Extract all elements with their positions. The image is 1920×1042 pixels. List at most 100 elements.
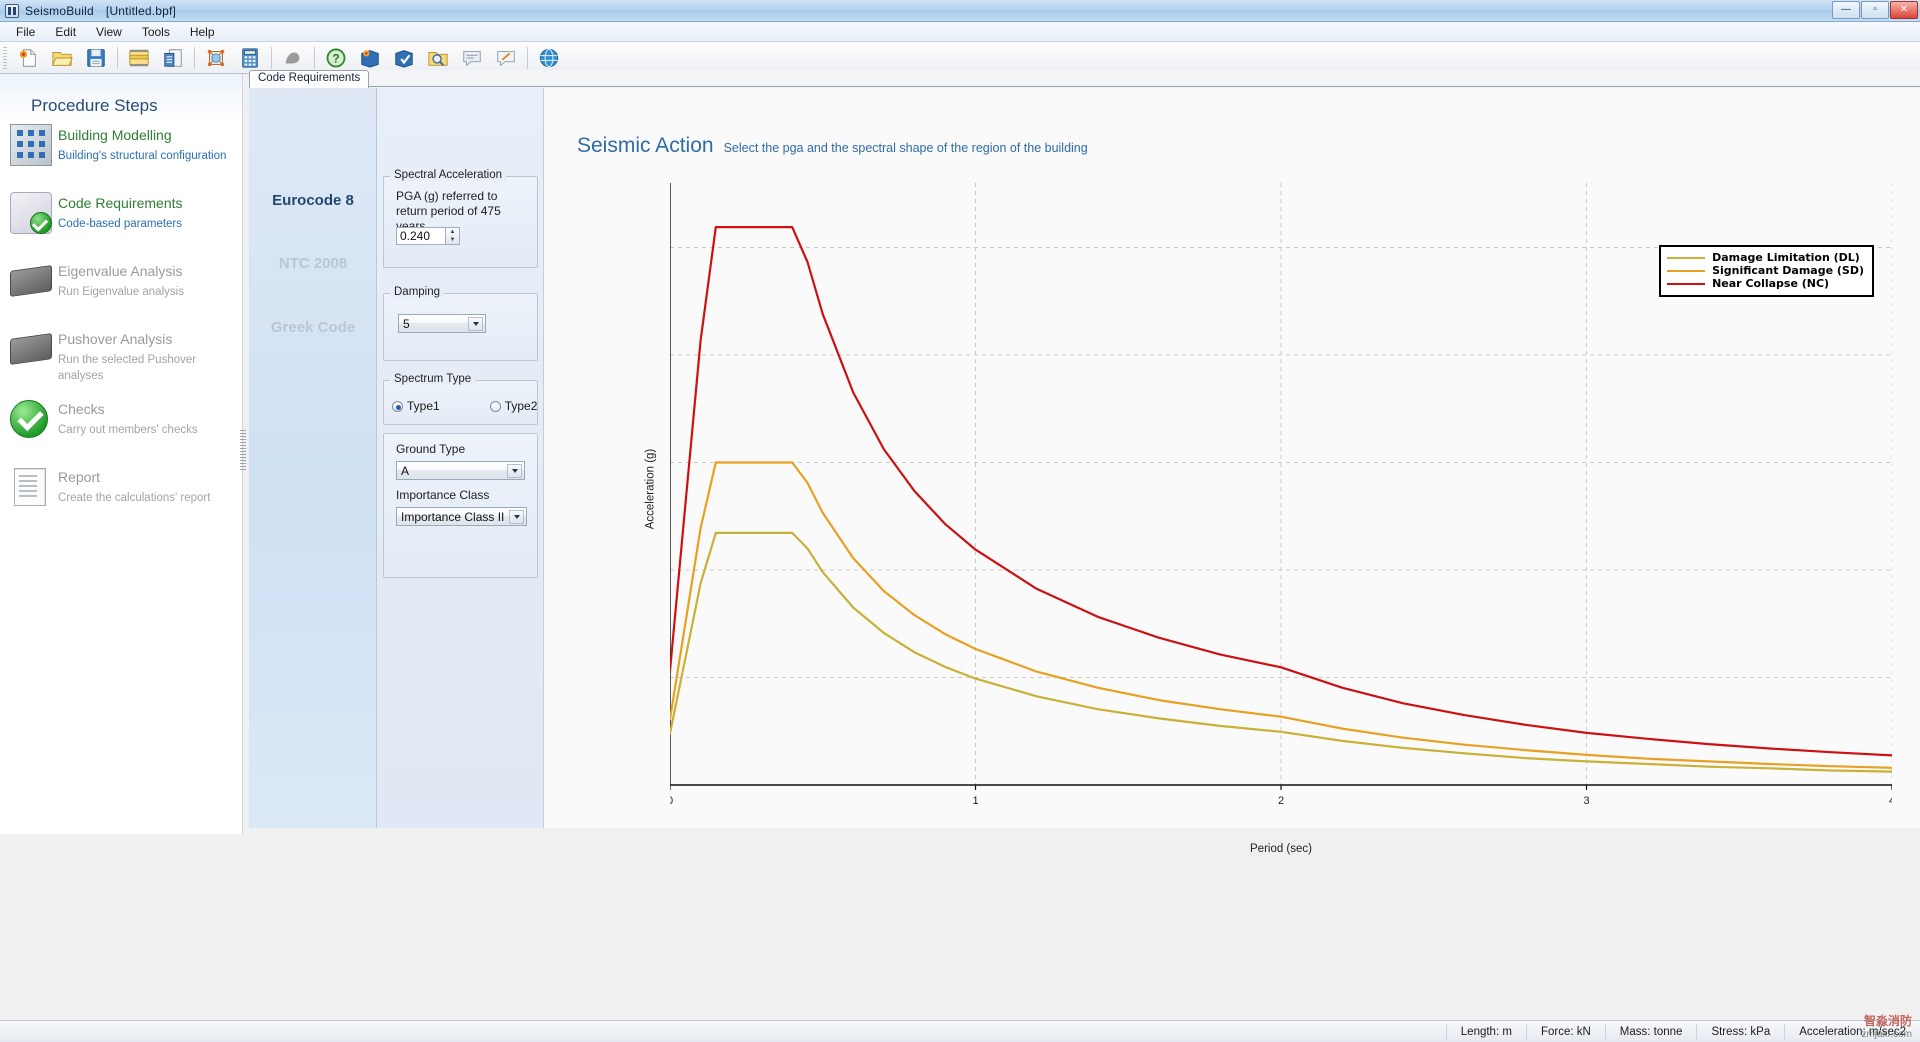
save-disk-icon xyxy=(84,47,108,69)
damping-group: Damping 5 xyxy=(383,293,538,361)
chart-x-axis-label: Period (sec) xyxy=(1250,843,1312,855)
spectrum-chart-panel: Seismic Action Select the pga and the sp… xyxy=(544,88,1920,828)
watermark: 智淼消防 zmjaxf.com xyxy=(1861,1012,1912,1040)
ground-importance-group: Ground Type A Importance Class Importanc… xyxy=(383,433,538,578)
svg-text:1: 1 xyxy=(972,795,978,807)
calculator-button[interactable] xyxy=(233,43,267,73)
spectrum-type-1-label: Type1 xyxy=(407,399,440,413)
toolbar-separator xyxy=(527,47,528,69)
status-bar: Length: m Force: kN Mass: tonne Stress: … xyxy=(0,1020,1920,1042)
sidebar-item-sublabel: Run Eigenvalue analysis xyxy=(58,284,184,300)
legend-swatch-nc xyxy=(1667,283,1705,285)
pga-spinner[interactable]: ▲ ▼ xyxy=(446,227,460,245)
user-manual-icon xyxy=(358,47,382,69)
sidebar-item-sublabel: Building's structural configuration xyxy=(58,148,226,164)
minimize-button[interactable]: — xyxy=(1832,1,1860,19)
seismic-action-form: Spectral Acceleration PGA (g) referred t… xyxy=(377,88,544,828)
slab-play-icon xyxy=(10,333,52,365)
legend-label-dl: Damage Limitation (DL) xyxy=(1712,251,1860,264)
svg-text:4: 4 xyxy=(1889,795,1892,807)
spectrum-type-2-label: Type2 xyxy=(505,399,538,413)
spectrum-type-1-option[interactable]: Type1 xyxy=(392,399,440,413)
building-model-icon xyxy=(204,47,228,69)
importance-class-value: Importance Class II xyxy=(401,510,504,524)
chevron-down-icon[interactable] xyxy=(507,464,522,478)
code-selector-panel: Eurocode 8 NTC 2008 Greek Code xyxy=(249,88,377,828)
calculator-icon xyxy=(238,47,262,69)
pga-input[interactable] xyxy=(396,227,446,245)
damping-select[interactable]: 5 xyxy=(398,314,486,333)
sidebar-item-eigenvalue-analysis[interactable]: Eigenvalue Analysis Run Eigenvalue analy… xyxy=(10,260,240,300)
eraser-button[interactable] xyxy=(276,43,310,73)
page-setup-icon xyxy=(127,47,151,69)
chevron-down-icon[interactable] xyxy=(468,317,483,331)
close-button[interactable]: ✕ xyxy=(1890,1,1918,19)
importance-class-select[interactable]: Importance Class II xyxy=(396,507,527,526)
sidebar-item-pushover-analysis[interactable]: Pushover Analysis Run the selected Pusho… xyxy=(10,328,240,384)
sidebar-item-code-requirements[interactable]: Code Requirements Code-based parameters xyxy=(10,192,240,234)
comment-button[interactable] xyxy=(455,43,489,73)
page-setup-button[interactable] xyxy=(122,43,156,73)
status-mass: Mass: tonne xyxy=(1605,1024,1697,1040)
menu-help[interactable]: Help xyxy=(180,23,225,41)
comment-icon xyxy=(460,47,484,69)
sidebar-item-sublabel: Code-based parameters xyxy=(58,216,183,232)
legend-item-dl: Damage Limitation (DL) xyxy=(1667,251,1864,264)
toolbar-grip[interactable] xyxy=(3,47,7,69)
sidebar-item-label: Report xyxy=(58,468,210,486)
toolbar-separator xyxy=(117,47,118,69)
svg-text:0: 0 xyxy=(670,795,673,807)
chevron-down-icon[interactable] xyxy=(509,510,524,524)
sidebar-item-checks[interactable]: Checks Carry out members' checks xyxy=(10,398,240,440)
page-title: Seismic Action xyxy=(577,134,714,158)
toolbar-separator xyxy=(194,47,195,69)
new-project-button[interactable] xyxy=(11,43,45,73)
legend-label-nc: Near Collapse (NC) xyxy=(1712,277,1829,290)
damping-value: 5 xyxy=(403,317,410,331)
svg-text:3: 3 xyxy=(1583,795,1589,807)
page-header: Seismic Action Select the pga and the sp… xyxy=(577,134,1088,158)
ground-type-select[interactable]: A xyxy=(396,461,525,480)
status-length: Length: m xyxy=(1446,1024,1526,1040)
pga-spin-down[interactable]: ▼ xyxy=(446,236,459,244)
chart-legend: Damage Limitation (DL) Significant Damag… xyxy=(1659,245,1874,297)
browse-examples-button[interactable] xyxy=(421,43,455,73)
open-project-button[interactable] xyxy=(45,43,79,73)
pga-spin-up[interactable]: ▲ xyxy=(446,228,459,236)
watermark-cn: 智淼消防 xyxy=(1861,1012,1912,1029)
response-spectrum-chart: 00.20.40.60.8101234 Acceleration (g) Per… xyxy=(670,183,1892,823)
website-button[interactable] xyxy=(532,43,566,73)
radio-selected-icon[interactable] xyxy=(392,401,403,412)
tab-code-requirements-outer[interactable]: Code Requirements xyxy=(249,70,369,88)
menu-file[interactable]: File xyxy=(6,23,45,41)
importance-class-label: Importance Class xyxy=(396,488,489,502)
feedback-button[interactable] xyxy=(489,43,523,73)
spectrum-type-2-option[interactable]: Type2 xyxy=(490,399,538,413)
sidebar-item-sublabel: Run the selected Pushover analyses xyxy=(58,352,240,384)
menu-tools[interactable]: Tools xyxy=(132,23,180,41)
code-option-greek-code[interactable]: Greek Code xyxy=(249,319,377,336)
verification-report-button[interactable] xyxy=(387,43,421,73)
code-option-ntc2008[interactable]: NTC 2008 xyxy=(249,255,377,272)
building-model-button[interactable] xyxy=(199,43,233,73)
ground-type-label: Ground Type xyxy=(396,442,465,456)
legend-swatch-sd xyxy=(1667,270,1705,272)
toolbar-separator xyxy=(271,47,272,69)
status-force: Force: kN xyxy=(1526,1024,1605,1040)
sidebar-item-building-modelling[interactable]: Building Modelling Building's structural… xyxy=(10,124,240,166)
panel-splitter[interactable] xyxy=(240,430,246,470)
help-button[interactable]: ? xyxy=(319,43,353,73)
feedback-icon xyxy=(494,47,518,69)
radio-unselected-icon[interactable] xyxy=(490,401,501,412)
sidebar-item-report[interactable]: Report Create the calculations' report xyxy=(10,466,240,508)
sidebar-item-label: Checks xyxy=(58,400,198,418)
code-option-eurocode8[interactable]: Eurocode 8 xyxy=(249,192,377,209)
print-preview-button[interactable] xyxy=(156,43,190,73)
document-title: [Untitled.bpf] xyxy=(106,4,176,18)
menu-view[interactable]: View xyxy=(86,23,132,41)
save-project-button[interactable] xyxy=(79,43,113,73)
svg-text:2: 2 xyxy=(1278,795,1284,807)
menu-edit[interactable]: Edit xyxy=(45,23,86,41)
maximize-button[interactable]: ▫ xyxy=(1861,1,1889,19)
user-manual-button[interactable] xyxy=(353,43,387,73)
